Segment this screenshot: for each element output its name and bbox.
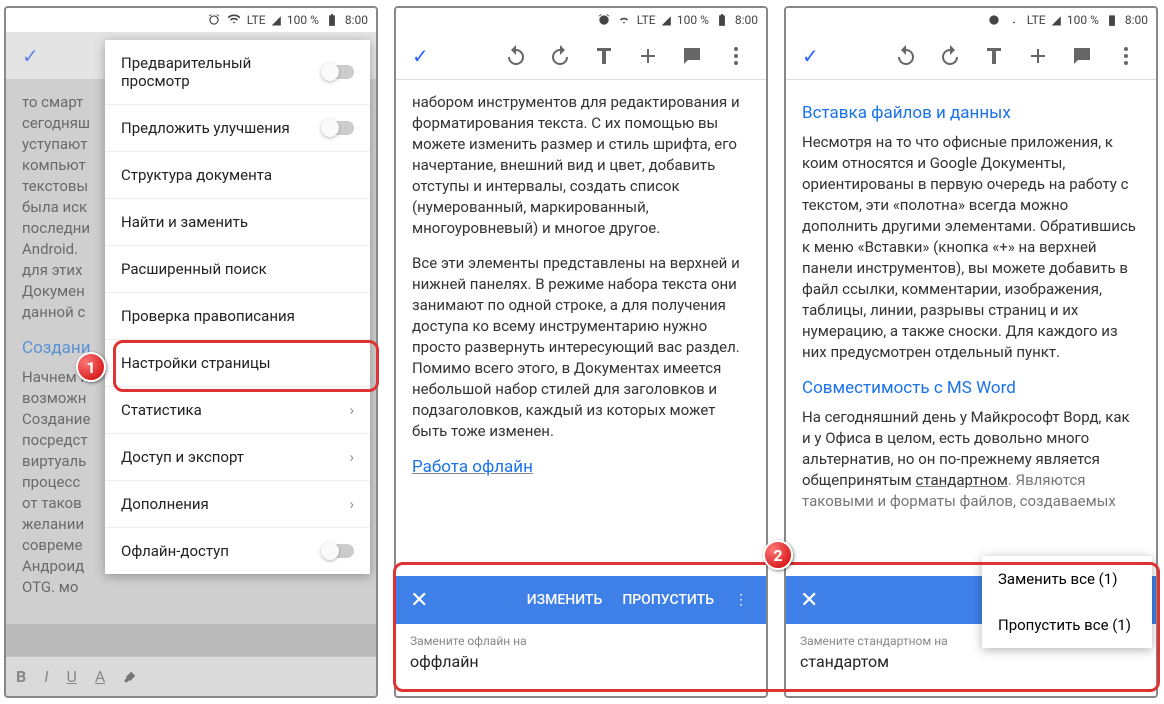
chevron-right-icon: › <box>349 401 354 419</box>
textcolor-button[interactable]: A <box>95 667 105 686</box>
close-icon[interactable]: ✕ <box>794 582 824 619</box>
alarm-icon <box>207 13 221 27</box>
doc-heading: Вставка файлов и данных <box>802 102 1140 126</box>
skip-all-button[interactable]: Пропустить все (1) <box>982 602 1152 648</box>
done-icon[interactable]: ✓ <box>14 36 47 76</box>
menu-find-replace[interactable]: Найти и заменить <box>105 198 370 245</box>
annotation-badge-2: 2 <box>763 540 793 570</box>
toggle-off[interactable] <box>322 121 354 135</box>
comment-icon[interactable] <box>680 44 704 68</box>
format-icon[interactable] <box>982 44 1006 68</box>
redo-icon[interactable] <box>938 44 962 68</box>
menu-offline[interactable]: Офлайн-доступ <box>105 527 370 574</box>
replace-all-button[interactable]: Заменить все (1) <box>982 556 1152 602</box>
menu-structure[interactable]: Структура документа <box>105 151 370 198</box>
underline-button[interactable]: U <box>66 667 76 686</box>
menu-statistics[interactable]: Статистика› <box>105 386 370 433</box>
status-bar: LTE ◢ 100 % 8:00 <box>396 8 766 32</box>
done-icon[interactable]: ✓ <box>794 36 827 76</box>
menu-addons[interactable]: Дополнения› <box>105 480 370 527</box>
toggle-off[interactable] <box>322 544 354 558</box>
bold-button[interactable]: B <box>16 667 26 686</box>
doc-text: Несмотря на то что офисные приложения, к… <box>802 132 1140 363</box>
wifi-icon <box>617 13 631 27</box>
alarm-icon <box>597 13 611 27</box>
format-toolbar: B I U A <box>6 656 376 696</box>
chevron-right-icon: › <box>349 495 354 513</box>
spell-error-word: стандартном <box>916 471 1008 489</box>
more-icon[interactable]: ⋮ <box>724 584 758 616</box>
battery-icon <box>1105 13 1119 27</box>
document-body[interactable]: набором инструментов для редактирования … <box>396 80 766 498</box>
battery-icon <box>325 13 339 27</box>
document-body[interactable]: Вставка файлов и данных Несмотря на то ч… <box>786 80 1156 538</box>
spellcheck-panel: ✕ ИЗМЕНИ Замените стандартном на стандар… <box>786 576 1156 696</box>
signal-icon: ◢ <box>272 13 281 27</box>
more-icon[interactable] <box>724 44 748 68</box>
spell-suggestion: стандартом <box>800 652 1142 671</box>
clock: 8:00 <box>345 13 368 27</box>
more-icon[interactable] <box>1114 44 1138 68</box>
skip-button[interactable]: ПРОПУСТИТЬ <box>612 584 724 616</box>
status-bar: LTE ◢ 100 % 8:00 <box>786 8 1156 32</box>
phone-screen-1: LTE ◢ 100 % 8:00 ✓ то смарт сегодняш уст… <box>4 6 378 698</box>
doc-text: набором инструментов для редактирования … <box>412 92 750 239</box>
battery-pct: 100 % <box>287 13 319 27</box>
change-button[interactable]: ИЗМЕНИТЬ <box>517 584 613 616</box>
wifi-icon <box>227 13 241 27</box>
menu-spellcheck[interactable]: Проверка правописания <box>105 292 370 339</box>
menu-page-settings[interactable]: Настройки страницы <box>105 339 370 386</box>
editor-toolbar: ✓ <box>786 32 1156 80</box>
menu-preview[interactable]: Предварительный просмотр <box>105 40 370 104</box>
menu-access-export[interactable]: Доступ и экспорт› <box>105 433 370 480</box>
redo-icon[interactable] <box>548 44 572 68</box>
spellcheck-header: ✕ ИЗМЕНИТЬ ПРОПУСТИТЬ ⋮ <box>396 576 766 624</box>
spellcheck-panel: ✕ ИЗМЕНИТЬ ПРОПУСТИТЬ ⋮ Замените офлайн … <box>396 576 766 696</box>
toggle-off[interactable] <box>322 65 354 79</box>
plus-icon[interactable] <box>636 44 660 68</box>
undo-icon[interactable] <box>504 44 528 68</box>
wifi-icon <box>1007 13 1021 27</box>
comment-icon[interactable] <box>1070 44 1094 68</box>
doc-heading: Совместимость с MS Word <box>802 377 1140 401</box>
status-bar: LTE ◢ 100 % 8:00 <box>6 8 376 32</box>
chevron-right-icon: › <box>349 448 354 466</box>
alarm-icon <box>987 13 1001 27</box>
spell-popup-menu: Заменить все (1) Пропустить все (1) <box>982 556 1152 648</box>
spell-suggestion: оффлайн <box>410 652 752 671</box>
doc-text: Все эти элементы представлены на верхней… <box>412 253 750 442</box>
close-icon[interactable]: ✕ <box>404 582 434 619</box>
annotation-badge-1: 1 <box>76 352 106 382</box>
doc-heading: Работа офлайн <box>412 456 750 480</box>
undo-icon[interactable] <box>894 44 918 68</box>
menu-suggest[interactable]: Предложить улучшения <box>105 104 370 151</box>
spell-label: Замените офлайн на <box>410 634 752 648</box>
editor-toolbar: ✓ <box>396 32 766 80</box>
highlight-icon[interactable] <box>123 670 137 684</box>
overflow-menu: Предварительный просмотр Предложить улуч… <box>105 40 370 574</box>
menu-advanced-search[interactable]: Расширенный поиск <box>105 245 370 292</box>
battery-icon <box>715 13 729 27</box>
format-icon[interactable] <box>592 44 616 68</box>
doc-text: На сегодняшний день у Майкрософт Ворд, к… <box>802 407 1140 512</box>
done-icon[interactable]: ✓ <box>404 36 437 76</box>
phone-screen-2: LTE ◢ 100 % 8:00 ✓ набором инструментов … <box>394 6 768 698</box>
italic-button[interactable]: I <box>44 667 48 686</box>
phone-screen-3: LTE ◢ 100 % 8:00 ✓ Вставка файлов и данн… <box>784 6 1158 698</box>
plus-icon[interactable] <box>1026 44 1050 68</box>
lte-label: LTE <box>247 13 266 27</box>
